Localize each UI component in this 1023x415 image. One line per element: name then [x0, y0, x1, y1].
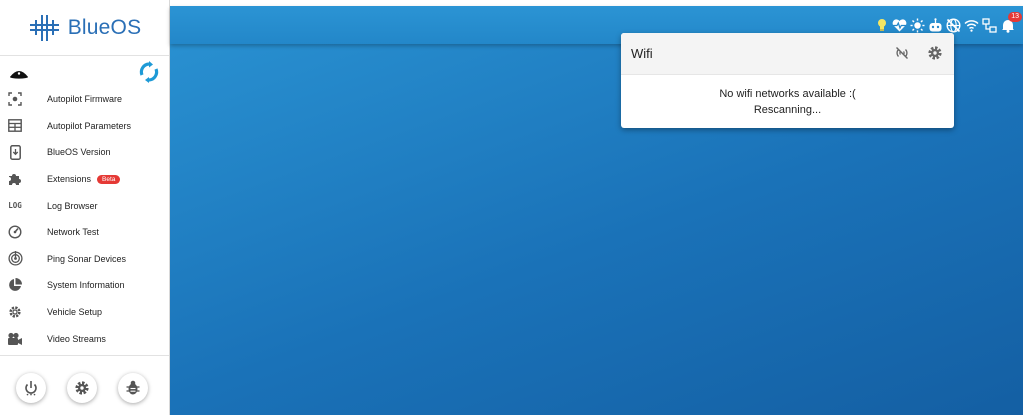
extensions-label: Extensions	[47, 174, 92, 185]
puzzle-icon	[7, 171, 23, 187]
vehicle-row	[0, 56, 169, 86]
sidebar-item-label: Log Browser	[47, 200, 98, 211]
sidebar-item-autopilot-parameters[interactable]: Autopilot Parameters	[0, 113, 169, 140]
wifi-panel-header: Wifi	[621, 33, 954, 75]
reload-icon[interactable]	[137, 60, 161, 89]
wifi-panel-title: Wifi	[631, 46, 653, 61]
brand-header[interactable]: BlueOS	[0, 0, 169, 56]
power-icon	[25, 381, 37, 396]
sidebar-item-system-information[interactable]: System Information	[0, 272, 169, 299]
log-icon-text: LOG	[8, 201, 22, 211]
wifi-status-text: Rescanning...	[753, 104, 822, 116]
settings-icon	[75, 381, 89, 395]
sidebar-item-label: Ping Sonar Devices	[47, 253, 127, 264]
robot-icon[interactable]	[928, 17, 943, 33]
sidebar-item-video-streams[interactable]: Video Streams	[0, 325, 169, 352]
pie-chart-icon	[7, 277, 23, 293]
sidebar-item-network-test[interactable]: Network Test	[0, 219, 169, 246]
sidebar-item-label: Extensions Beta	[47, 174, 121, 185]
sidebar: BlueOS Autopilot Firmware Autopilot Para…	[0, 0, 170, 415]
sidebar-item-label: Vehicle Setup	[47, 307, 103, 318]
notification-count-badge: 13	[1008, 11, 1022, 22]
bug-icon	[126, 380, 140, 395]
sun-icon[interactable]	[910, 18, 925, 33]
beta-badge: Beta	[97, 175, 121, 185]
bug-report-button[interactable]	[118, 373, 148, 403]
blueos-logo-icon	[29, 14, 59, 41]
sidebar-item-label: Video Streams	[47, 333, 106, 344]
wifi-empty-message: No wifi networks available :(	[719, 88, 856, 100]
sidebar-item-label: Autopilot Parameters	[47, 120, 132, 131]
autopilot-firmware-icon	[7, 91, 23, 107]
sidebar-item-label: System Information	[47, 280, 125, 291]
network-globe-icon[interactable]	[946, 17, 961, 33]
light-bulb-icon[interactable]	[874, 18, 889, 33]
phone-download-icon	[7, 144, 23, 160]
sidebar-item-vehicle-setup[interactable]: Vehicle Setup	[0, 299, 169, 326]
sidebar-item-extensions[interactable]: Extensions Beta	[0, 166, 169, 193]
sidebar-item-label: Autopilot Firmware	[47, 94, 123, 105]
log-icon: LOG	[7, 198, 23, 214]
brand-name: BlueOS	[67, 15, 142, 39]
wifi-panel: Wifi No wifi networks available :( Resca…	[621, 33, 954, 128]
wifi-settings-icon[interactable]	[927, 45, 943, 66]
sidebar-item-ping-sonar-devices[interactable]: Ping Sonar Devices	[0, 246, 169, 273]
system-tray: 13	[874, 11, 1022, 34]
gear-icon	[7, 304, 23, 320]
sonar-icon	[7, 251, 23, 267]
settings-button[interactable]	[67, 373, 97, 403]
ethernet-icon[interactable]	[982, 17, 997, 33]
sidebar-divider	[0, 355, 169, 356]
video-camera-icon	[7, 331, 23, 347]
wifi-disconnect-icon[interactable]	[895, 46, 909, 65]
wifi-icon[interactable]	[964, 18, 979, 33]
sidebar-item-label: Network Test	[47, 227, 99, 238]
sidebar-menu: Autopilot Firmware Autopilot Parameters …	[0, 86, 169, 352]
bell-icon[interactable]: 13	[1000, 11, 1022, 33]
sidebar-item-label: BlueOS Version	[47, 147, 111, 158]
heart-pulse-icon[interactable]	[892, 18, 907, 33]
speedometer-icon	[7, 224, 23, 240]
power-button[interactable]	[16, 373, 46, 403]
sidebar-item-autopilot-firmware[interactable]: Autopilot Firmware	[0, 86, 169, 113]
vehicle-icon[interactable]	[9, 66, 29, 84]
sidebar-item-blueos-version[interactable]: BlueOS Version	[0, 139, 169, 166]
sidebar-item-log-browser[interactable]: LOG Log Browser	[0, 192, 169, 219]
wifi-panel-body: No wifi networks available :( Rescanning…	[621, 75, 954, 118]
table-icon	[7, 118, 23, 134]
